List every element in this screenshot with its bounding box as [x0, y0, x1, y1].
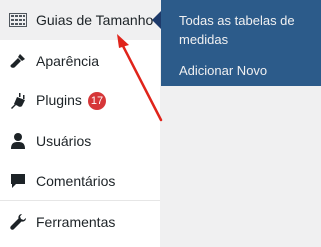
submenu-item-adicionar-novo[interactable]: Adicionar Novo — [161, 59, 321, 82]
sidebar-item-label: Aparência — [36, 53, 100, 69]
sidebar-item-comentarios[interactable]: Comentários — [0, 161, 160, 201]
admin-sidebar: Guias de Tamanho Aparência Plugins 17 Us… — [0, 0, 161, 247]
wrench-icon — [9, 213, 27, 231]
sidebar-item-usuarios[interactable]: Usuários — [0, 121, 160, 161]
sidebar-item-label: Usuários — [36, 133, 92, 149]
update-count-badge: 17 — [87, 92, 107, 110]
table-icon — [9, 11, 27, 29]
sidebar-item-label: Comentários — [36, 173, 116, 189]
sidebar-item-label: Plugins 17 — [36, 92, 107, 110]
sidebar-item-label: Ferramentas — [36, 214, 116, 230]
submenu-item-todas-as-tabelas[interactable]: Todas as tabelas de medidas — [161, 9, 321, 51]
sidebar-item-ferramentas[interactable]: Ferramentas — [0, 202, 160, 242]
sidebar-divider — [0, 200, 160, 201]
comment-icon — [9, 172, 27, 190]
user-icon — [9, 132, 27, 150]
plugin-icon — [9, 92, 27, 110]
sidebar-item-aparencia[interactable]: Aparência — [0, 41, 160, 81]
active-caret — [152, 11, 161, 29]
submenu-flyout: Todas as tabelas de medidas Adicionar No… — [161, 0, 321, 86]
sidebar-item-guias-de-tamanho[interactable]: Guias de Tamanho — [0, 0, 160, 40]
sidebar-item-label: Guias de Tamanho — [36, 12, 154, 28]
sidebar-item-plugins[interactable]: Plugins 17 — [0, 81, 160, 121]
paintbrush-icon — [9, 52, 27, 70]
